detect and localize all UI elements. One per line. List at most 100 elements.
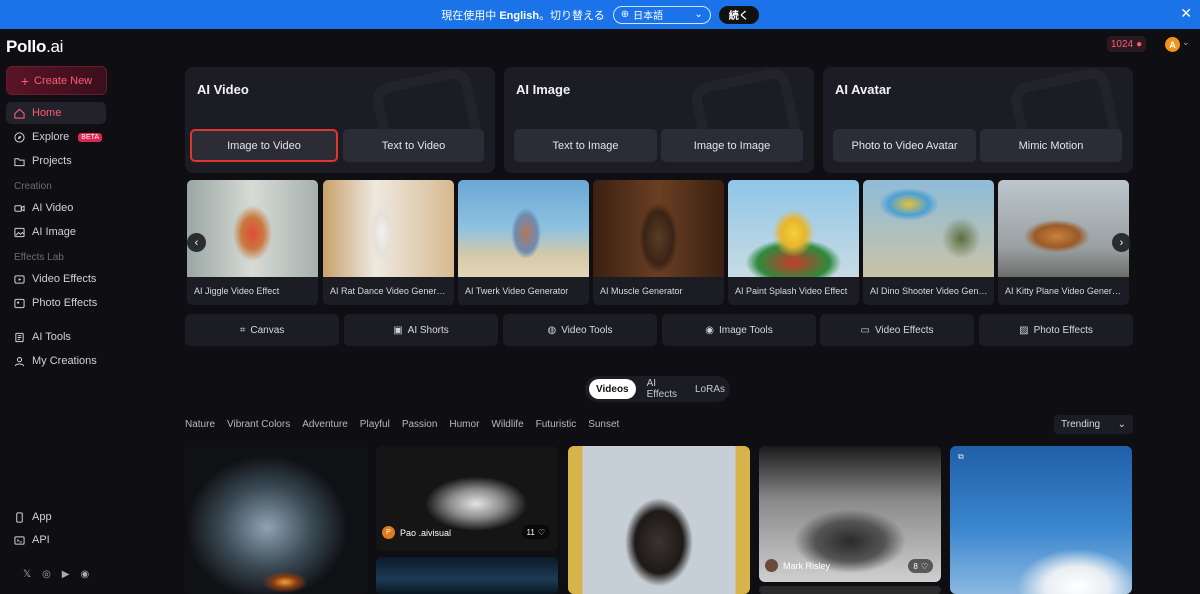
logo-main: Pollo <box>6 37 47 56</box>
logo-suffix: .ai <box>46 37 64 56</box>
filter-futuristic[interactable]: Futuristic <box>536 419 577 430</box>
sidebar-item-ai-tools[interactable]: AI Tools <box>6 326 106 348</box>
carousel-tile[interactable]: AI Kitty Plane Video Generator <box>998 180 1129 305</box>
mimic-motion-button[interactable]: Mimic Motion <box>980 129 1122 162</box>
carousel-tile[interactable]: AI Paint Splash Video Effect <box>728 180 859 305</box>
sidebar-item-projects[interactable]: Projects <box>6 150 106 172</box>
gallery-item[interactable] <box>568 446 750 594</box>
card-title: AI Video <box>197 82 249 97</box>
carousel-tile[interactable]: AI Twerk Video Generator <box>458 180 589 305</box>
heart-icon: ♡ <box>920 561 928 571</box>
language-continue-button[interactable]: 続く <box>718 5 759 24</box>
gallery-item[interactable]: P Pao .aivisual 11 ♡ <box>376 446 558 551</box>
tool-video-tools-button[interactable]: ◍ Video Tools <box>503 314 657 346</box>
beta-badge: BETA <box>78 132 103 142</box>
instagram-icon[interactable]: ◎ <box>42 569 51 580</box>
card-ai-avatar: AI Avatar Photo to Video Avatar Mimic Mo… <box>823 67 1133 173</box>
carousel-tile[interactable]: AI Rat Dance Video Generator <box>323 180 454 305</box>
credits-count: 1024 <box>1110 38 1134 50</box>
tab-loras[interactable]: LoRAs <box>688 379 732 399</box>
text-to-image-button[interactable]: Text to Image <box>514 129 657 162</box>
sort-select[interactable]: Trending ⌄ <box>1054 415 1133 434</box>
sidebar-item-api[interactable]: API <box>6 529 106 551</box>
filter-vibrant-colors[interactable]: Vibrant Colors <box>227 419 290 430</box>
carousel-tile[interactable]: AI Dino Shooter Video Generator <box>863 180 994 305</box>
thumbnail-image <box>998 180 1129 277</box>
discord-icon[interactable]: ◉ <box>81 569 90 580</box>
language-select[interactable]: ⊕ 日本語 ⌄ <box>612 5 711 24</box>
heart-icon: ♡ <box>537 527 545 537</box>
tool-canvas-button[interactable]: ⌗ Canvas <box>185 314 339 346</box>
carousel-tile[interactable]: AI Muscle Generator <box>593 180 724 305</box>
tool-photo-effects-button[interactable]: ▨ Photo Effects <box>979 314 1133 346</box>
image-to-video-button[interactable]: Image to Video <box>190 129 338 162</box>
logo[interactable]: Pollo.ai <box>6 37 63 57</box>
gallery-author[interactable]: P Pao .aivisual <box>382 526 451 539</box>
tool-ai-shorts-button[interactable]: ▣ AI Shorts <box>344 314 498 346</box>
card-title: AI Image <box>516 82 571 97</box>
effects-carousel: AI Jiggle Video Effect AI Rat Dance Vide… <box>185 180 1133 305</box>
tool-video-effects-button[interactable]: ▭ Video Effects <box>820 314 974 346</box>
gallery-item[interactable] <box>376 557 558 594</box>
carousel-tile-label: AI Twerk Video Generator <box>465 286 569 296</box>
filter-passion[interactable]: Passion <box>402 419 438 430</box>
carousel-prev-button[interactable]: ‹ <box>187 233 206 252</box>
filter-wildlife[interactable]: Wildlife <box>491 419 523 430</box>
filter-humor[interactable]: Humor <box>449 419 479 430</box>
tool-label: Video Effects <box>874 324 934 336</box>
filter-adventure[interactable]: Adventure <box>302 419 348 430</box>
tools-icon <box>14 332 25 343</box>
avatar[interactable]: A <box>1165 37 1180 52</box>
like-count[interactable]: 11 ♡ <box>521 525 550 539</box>
plus-icon: + <box>20 72 30 89</box>
filter-nature[interactable]: Nature <box>185 419 215 430</box>
language-banner: 現在使用中 English。切り替える ⊕ 日本語 ⌄ 続く ✕ <box>0 0 1200 29</box>
image-to-image-button[interactable]: Image to Image <box>661 129 803 162</box>
chevron-down-icon: ⌄ <box>694 9 703 20</box>
photo-to-video-avatar-button[interactable]: Photo to Video Avatar <box>833 129 976 162</box>
sidebar-item-label: AI Image <box>32 226 77 238</box>
tab-videos[interactable]: Videos <box>589 379 636 399</box>
carousel-tile[interactable]: AI Jiggle Video Effect <box>187 180 318 305</box>
sidebar-item-explore[interactable]: Explore BETA <box>6 126 106 148</box>
sidebar-item-label: Home <box>32 107 62 119</box>
language-current: English <box>499 9 540 22</box>
thumbnail-image <box>187 180 318 277</box>
sidebar-item-app[interactable]: App <box>6 506 106 528</box>
video-tools-icon: ◍ <box>547 324 557 336</box>
sidebar-item-ai-video[interactable]: AI Video <box>6 197 106 219</box>
sidebar-item-photo-effects[interactable]: Photo Effects <box>6 292 106 314</box>
carousel-next-button[interactable]: › <box>1112 233 1131 252</box>
gallery-item[interactable] <box>185 446 367 594</box>
filter-playful[interactable]: Playful <box>360 419 390 430</box>
gallery-item[interactable]: ⧉ <box>950 446 1132 594</box>
section-label-creation: Creation <box>14 181 52 192</box>
chevron-down-icon[interactable]: ⌄ <box>1182 37 1190 48</box>
sidebar-item-ai-image[interactable]: AI Image <box>6 221 106 243</box>
tool-image-tools-button[interactable]: ◉ Image Tools <box>662 314 816 346</box>
x-icon[interactable]: 𝕏 <box>23 569 31 580</box>
close-icon[interactable]: ✕ <box>1180 5 1192 22</box>
create-new-button[interactable]: + Create New <box>6 66 107 95</box>
credits-badge[interactable]: 1024 ● <box>1107 36 1146 52</box>
card-ai-video: AI Video Image to Video Text to Video <box>185 67 495 173</box>
sidebar-item-home[interactable]: Home <box>6 102 106 124</box>
language-select-value: 日本語 <box>633 11 664 22</box>
sidebar-item-video-effects[interactable]: Video Effects <box>6 268 106 290</box>
like-count[interactable]: 8 ♡ <box>908 559 933 573</box>
tab-ai-effects[interactable]: AI Effects <box>640 378 684 400</box>
gallery-item[interactable]: Mark Risley 8 ♡ <box>759 446 941 582</box>
sidebar-item-my-creations[interactable]: My Creations <box>6 350 106 372</box>
text-to-video-button[interactable]: Text to Video <box>343 129 484 162</box>
filter-sunset[interactable]: Sunset <box>588 419 619 430</box>
thumbnail-image <box>458 180 589 277</box>
gallery-author[interactable]: Mark Risley <box>765 559 830 572</box>
language-message-suffix: 。切り替える <box>539 9 605 22</box>
video-icon <box>14 203 25 214</box>
sidebar-item-label: App <box>32 511 52 523</box>
youtube-icon[interactable]: ▶ <box>62 569 70 580</box>
language-message: 現在使用中 English。切り替える <box>441 7 604 23</box>
gallery-item[interactable] <box>759 586 941 594</box>
tool-label: AI Shorts <box>407 324 449 336</box>
card-title: AI Avatar <box>835 82 892 97</box>
